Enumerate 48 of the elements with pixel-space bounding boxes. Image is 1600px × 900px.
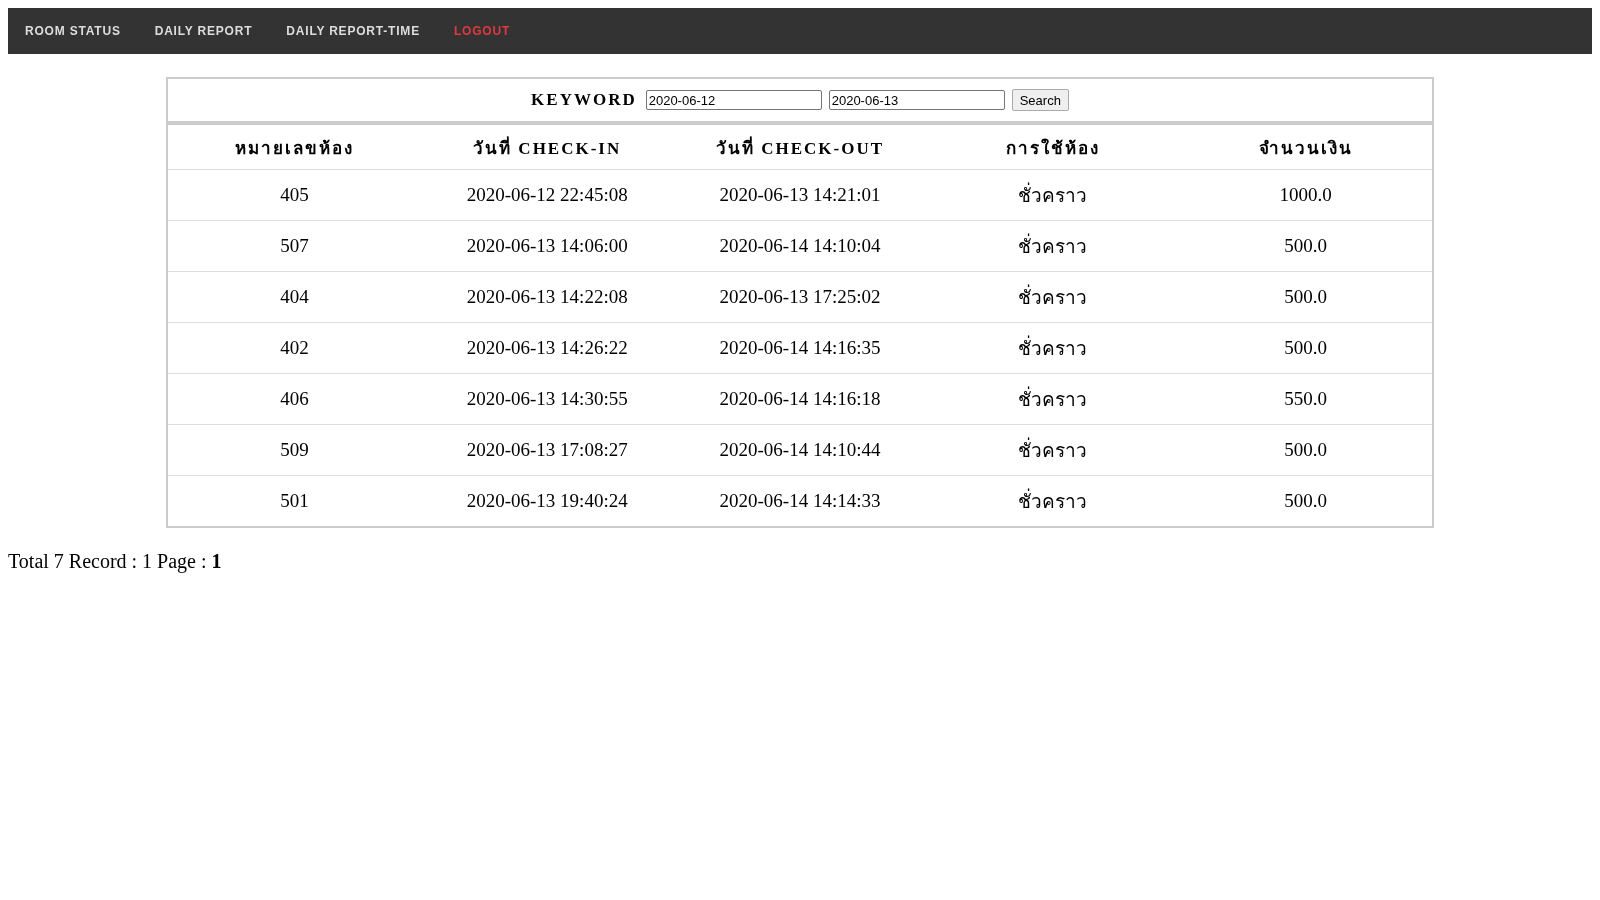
record-summary: Total 7 Record : 1 Page : 1 — [8, 550, 223, 573]
nav-link[interactable]: ROOM STATUS — [25, 24, 121, 38]
table-cell: ชั่วคราว — [926, 475, 1180, 526]
table-cell: 2020-06-14 14:14:33 — [673, 475, 927, 526]
table-cell: 500.0 — [1179, 322, 1432, 374]
table-cell: 500.0 — [1179, 424, 1432, 476]
table-cell: 500.0 — [1179, 271, 1432, 323]
table-cell: ชั่วคราว — [926, 424, 1180, 476]
table-cell: 2020-06-13 14:30:55 — [420, 373, 674, 425]
table-cell: 2020-06-14 14:10:04 — [673, 220, 927, 272]
column-header: วันที่ CHECK-IN — [420, 125, 674, 170]
table-cell: 500.0 — [1179, 475, 1432, 526]
column-header: จำนวนเงิน — [1179, 125, 1432, 170]
nav-link[interactable]: DAILY REPORT-TIME — [286, 24, 420, 38]
date-to-field[interactable]: 2020-06-13 — [828, 90, 1005, 110]
column-header: วันที่ CHECK-OUT — [673, 125, 927, 170]
keyword-label: KEYWORD — [531, 90, 637, 110]
table-cell: 405 — [168, 169, 421, 221]
table-cell: 2020-06-14 14:16:18 — [673, 373, 927, 425]
table-cell: 2020-06-13 19:40:24 — [420, 475, 674, 526]
date-from-field[interactable]: 2020-06-12 — [645, 90, 822, 110]
table-cell: 509 — [168, 424, 421, 476]
table-cell: ชั่วคราว — [926, 271, 1180, 323]
table-cell: 2020-06-13 14:06:00 — [420, 220, 674, 272]
table-cell: 2020-06-13 14:22:08 — [420, 271, 674, 323]
nav-link[interactable]: DAILY REPORT — [154, 24, 253, 38]
column-header: หมายเลขห้อง — [168, 125, 421, 170]
table-cell: 2020-06-13 14:26:22 — [420, 322, 674, 374]
table-cell: 2020-06-14 14:16:35 — [673, 322, 927, 374]
table-cell: 1000.0 — [1179, 169, 1432, 221]
table-cell: ชั่วคราว — [926, 220, 1180, 272]
table-cell: ชั่วคราว — [926, 322, 1180, 374]
table-cell: 402 — [168, 322, 421, 374]
table-cell: 2020-06-14 14:10:44 — [673, 424, 927, 476]
table-cell: 2020-06-12 22:45:08 — [420, 169, 674, 221]
search-button[interactable]: Search — [1011, 89, 1069, 111]
table-cell: 501 — [168, 475, 421, 526]
table-cell: ชั่วคราว — [926, 373, 1180, 425]
table-cell: 404 — [168, 271, 421, 323]
table-cell: ชั่วคราว — [926, 169, 1180, 221]
table-cell: 2020-06-13 17:25:02 — [673, 271, 927, 323]
table-cell: 507 — [168, 220, 421, 272]
table-cell: 2020-06-13 17:08:27 — [420, 424, 674, 476]
table-cell: 550.0 — [1179, 373, 1432, 425]
column-header: การใช้ห้อง — [926, 125, 1180, 170]
table-cell: 2020-06-13 14:21:01 — [673, 169, 927, 221]
table-cell: 406 — [168, 373, 421, 425]
table-cell: 500.0 — [1179, 220, 1432, 272]
